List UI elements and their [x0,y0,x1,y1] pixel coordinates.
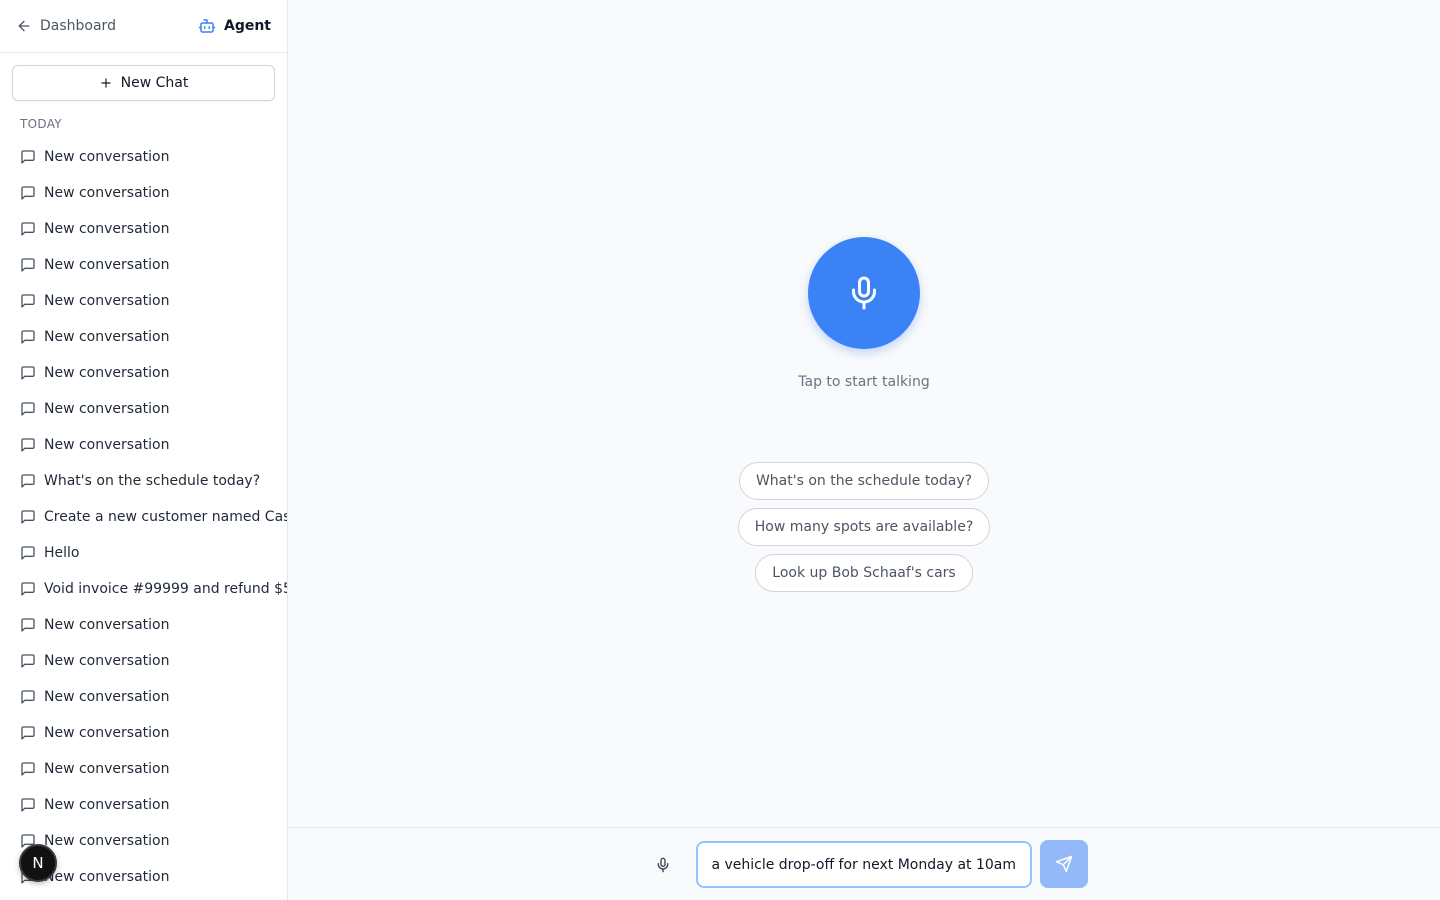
avatar[interactable]: N [19,844,57,882]
send-icon [1055,855,1073,873]
sidebar: Dashboard Agent New Chat TODAY New conve… [0,0,288,900]
suggestion-list: What's on the schedule today? How many sp… [288,462,1440,592]
message-square-icon [21,546,35,560]
message-square-icon [21,654,35,668]
new-chat-button[interactable]: New Chat [12,65,275,101]
message-square-icon [21,798,35,812]
send-button[interactable] [1040,840,1088,888]
plus-icon [100,78,111,88]
conversation-title: Create a new customer named Case [44,509,287,525]
conversation-title: New conversation [44,689,170,705]
message-square-icon [21,294,35,308]
conversation-item[interactable]: New conversation [0,283,287,319]
conversation-item[interactable]: New conversation [0,715,287,751]
conversation-title: New conversation [44,797,170,813]
message-square-icon [21,222,35,236]
conversation-item[interactable]: New conversation [0,355,287,391]
conversation-item[interactable]: New conversation [0,679,287,715]
conversation-title: New conversation [44,329,170,345]
message-square-icon [21,690,35,704]
start-voice-button[interactable] [808,237,920,349]
conversation-item[interactable]: New conversation [0,643,287,679]
message-square-icon [21,726,35,740]
message-square-icon [21,186,35,200]
conversation-title: New conversation [44,365,170,381]
microphone-icon [852,276,876,310]
conversation-title: Hello [44,545,80,561]
conversation-item[interactable]: Hello [0,535,287,571]
message-square-icon [21,366,35,380]
conversation-item[interactable]: What's on the schedule today? [0,463,287,499]
conversation-title: Void invoice #99999 and refund $50 [44,581,287,597]
conversation-title: New conversation [44,221,170,237]
new-chat-label: New Chat [120,75,189,91]
message-square-icon [21,582,35,596]
conversation-item[interactable]: Create a new customer named Case [0,499,287,535]
conversation-item[interactable]: New conversation [0,319,287,355]
conversation-item[interactable]: New conversation [0,607,287,643]
conversation-title: What's on the schedule today? [44,473,261,489]
conversation-title: New conversation [44,293,170,309]
section-label-today: TODAY [20,117,62,131]
agent-title-text: Agent [223,18,271,34]
message-square-icon [21,474,35,488]
suggestion-chip[interactable]: How many spots are available? [737,508,991,546]
message-square-icon [21,438,35,452]
conversation-item[interactable]: New conversation [0,175,287,211]
conversation-title: New conversation [44,617,170,633]
message-square-icon [21,510,35,524]
conversation-item[interactable]: New conversation [0,211,287,247]
conversation-item[interactable]: New conversation [0,427,287,463]
sidebar-header: Dashboard Agent [0,0,287,53]
message-square-icon [21,258,35,272]
conversation-title: New conversation [44,833,170,849]
message-square-icon [21,330,35,344]
message-square-icon [21,150,35,164]
suggestion-chip[interactable]: What's on the schedule today? [738,462,990,500]
avatar-letter: N [32,854,44,872]
agent-title: Agent [198,17,271,35]
microphone-icon [657,857,669,873]
voice-prompt: Tap to start talking [798,374,930,390]
suggestion-chip[interactable]: Look up Bob Schaaf's cars [755,554,973,592]
message-square-icon [21,402,35,416]
conversation-title: New conversation [44,653,170,669]
dictation-button[interactable] [653,855,673,875]
conversation-item[interactable]: New conversation [0,787,287,823]
message-square-icon [21,618,35,632]
conversation-title: New conversation [44,725,170,741]
back-to-dashboard-link[interactable]: Dashboard [16,18,116,34]
arrow-left-icon [18,20,30,32]
conversation-item[interactable]: Void invoice #99999 and refund $50 [0,571,287,607]
conversation-item[interactable]: New conversation [0,247,287,283]
conversation-title: New conversation [44,401,170,417]
conversation-title: New conversation [44,149,170,165]
bot-icon [198,19,216,33]
conversation-title: New conversation [44,869,170,885]
conversation-title: New conversation [44,257,170,273]
conversation-item[interactable]: New conversation [0,391,287,427]
conversation-title: New conversation [44,185,170,201]
composer [288,827,1440,900]
message-square-icon [21,762,35,776]
conversation-title: New conversation [44,761,170,777]
back-label: Dashboard [40,18,116,34]
conversation-item[interactable]: New conversation [0,751,287,787]
message-input[interactable] [696,841,1032,888]
conversation-item[interactable]: New conversation [0,139,287,175]
main-panel: Tap to start talking What's on the sched… [288,0,1440,900]
conversation-list: New conversation New conversation New conv… [0,139,287,895]
conversation-title: New conversation [44,437,170,453]
